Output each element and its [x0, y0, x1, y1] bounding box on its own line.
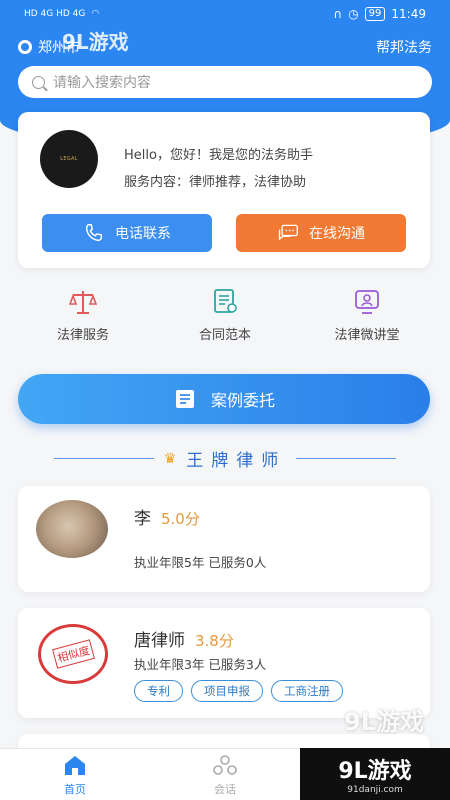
alarm-icon: ◷ — [348, 7, 359, 21]
lawyer-card[interactable]: 李 5.0分 执业年限5年 已服务0人 — [18, 486, 430, 592]
watermark-main: 9L游戏 — [338, 759, 412, 784]
search-icon — [32, 75, 45, 89]
divider-right — [296, 458, 397, 459]
case-book-icon — [175, 390, 194, 408]
quick-link-contract[interactable]: 合同范本 — [165, 288, 285, 343]
watermark-sub: 91danji.com — [347, 785, 403, 795]
lawyer-score: 3.8分 — [195, 632, 234, 650]
assistant-service: 服务内容：律师推荐，法律协助 — [124, 175, 307, 190]
assistant-card: LEGAL Hello，您好！我是您的法务助手 服务内容：律师推荐，法律协助 电… — [18, 112, 430, 268]
watermark-badge: 9L游戏 91danji.com — [300, 748, 450, 800]
divider-left — [53, 458, 154, 459]
case-entrust-button[interactable]: 案例委托 — [18, 374, 430, 424]
conversation-icon — [213, 754, 237, 775]
search-input[interactable] — [53, 74, 393, 90]
lawyer-name-text: 李 — [134, 509, 151, 529]
wifi-icon: ◠ — [91, 9, 100, 19]
status-right: ∩ ◷ 99 11:49 — [333, 7, 426, 21]
tag-business[interactable]: 工商注册 — [271, 680, 343, 702]
stamp-text: 相似度 — [51, 639, 95, 669]
avatar — [36, 500, 108, 558]
location-pin-icon — [18, 40, 32, 54]
chat-label: 在线沟通 — [309, 226, 365, 242]
lawyer-score: 5.0分 — [161, 510, 200, 528]
tab-chat[interactable]: 会话 — [150, 749, 300, 800]
lawyer-name: 李 5.0分 — [134, 504, 200, 529]
contract-icon — [214, 289, 237, 313]
home-icon — [65, 755, 85, 775]
status-bar: HD 4G HD 4G ◠ ∩ ◷ 99 11:49 — [0, 0, 450, 28]
lawyer-tags: 专利 项目申报 工商注册 — [134, 680, 343, 702]
scale-icon — [68, 291, 98, 314]
network-text: HD 4G HD 4G — [24, 9, 86, 19]
crown-icon: ♛ — [163, 450, 177, 467]
quick-links: 法律服务 合同范本 法律微讲堂 — [0, 288, 450, 343]
chat-icon — [278, 224, 298, 241]
tag-patent[interactable]: 专利 — [134, 680, 183, 702]
quick-link-label: 法律微讲堂 — [334, 328, 400, 343]
quick-link-label: 合同范本 — [198, 328, 251, 343]
search-bar[interactable] — [18, 66, 432, 98]
lawyer-info: 执业年限5年 已服务0人 — [134, 555, 267, 570]
app-name: 帮邦法务 — [376, 40, 432, 56]
tag-project[interactable]: 项目申报 — [191, 680, 263, 702]
firm-logo: LEGAL — [40, 130, 98, 188]
lawyer-name-text: 唐律师 — [134, 631, 185, 651]
lecture-icon — [355, 290, 379, 314]
lawyer-name: 唐律师 3.8分 — [134, 626, 234, 651]
section-title: ♛ 王牌律师 — [0, 446, 450, 471]
clock: 11:49 — [391, 7, 426, 21]
call-button[interactable]: 电话联系 — [42, 214, 212, 252]
watermark-top: 9L游戏 — [62, 30, 129, 54]
headphone-icon: ∩ — [333, 7, 343, 21]
quick-link-lecture[interactable]: 法律微讲堂 — [307, 288, 427, 343]
watermark-float: 9L游戏 — [344, 708, 424, 736]
case-button-label: 案例委托 — [210, 391, 275, 410]
battery-indicator: 99 — [364, 7, 386, 21]
avatar: 相似度 — [38, 624, 108, 684]
tab-label: 会话 — [214, 782, 236, 796]
chat-button[interactable]: 在线沟通 — [236, 214, 406, 252]
tab-label: 首页 — [64, 782, 86, 796]
lawyer-info: 执业年限3年 已服务3人 — [134, 657, 267, 672]
quick-link-label: 法律服务 — [56, 328, 109, 343]
quick-link-legal-service[interactable]: 法律服务 — [23, 288, 143, 343]
phone-icon — [85, 224, 103, 242]
network-indicators: HD 4G HD 4G ◠ — [24, 9, 99, 19]
section-title-text: 王牌律师 — [186, 451, 287, 471]
tab-home[interactable]: 首页 — [0, 749, 150, 800]
call-label: 电话联系 — [115, 226, 171, 242]
assistant-greeting: Hello，您好！我是您的法务助手 — [124, 148, 313, 163]
